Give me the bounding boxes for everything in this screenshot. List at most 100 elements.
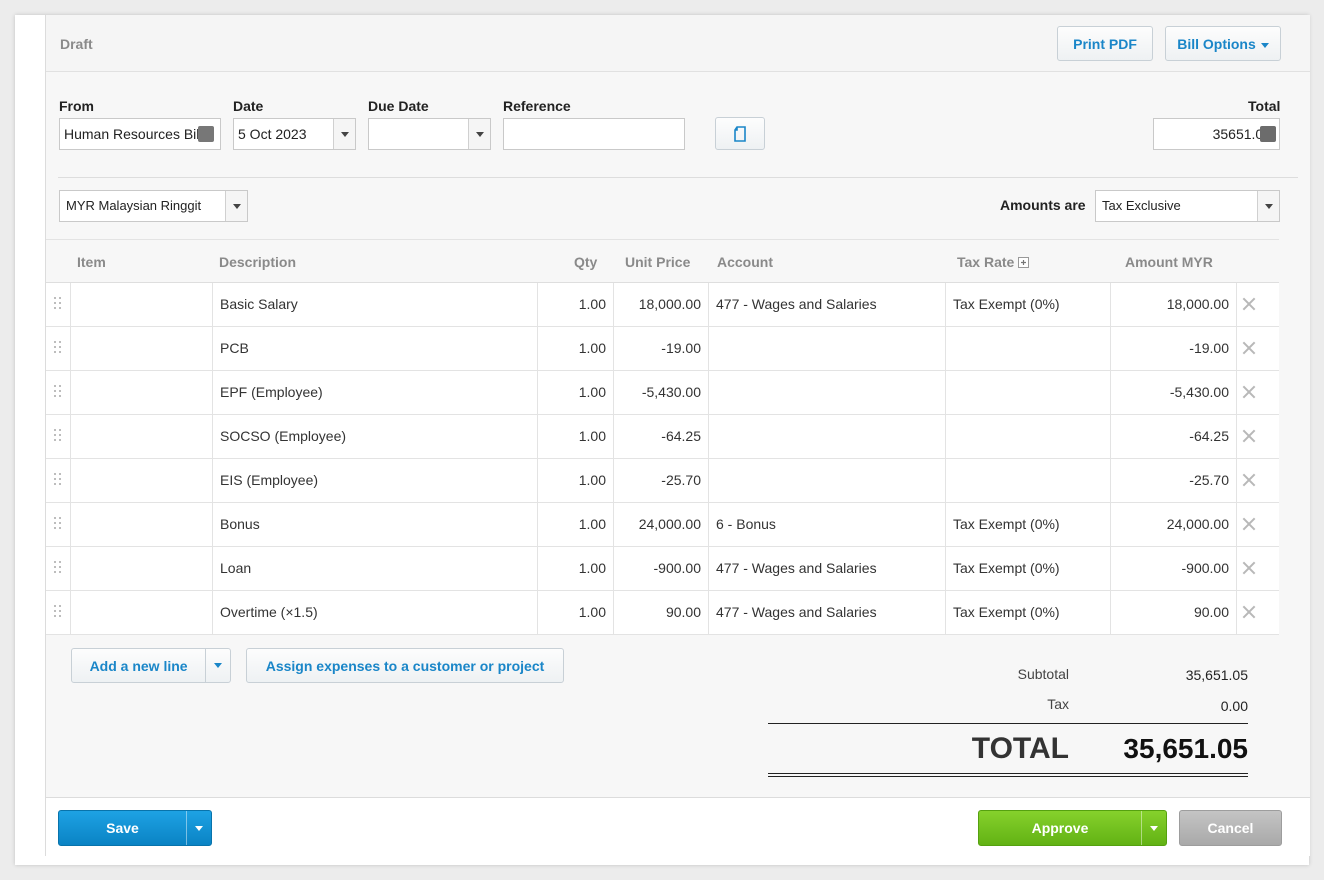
attach-file-button[interactable] xyxy=(715,117,765,150)
save-dropdown[interactable] xyxy=(186,811,211,845)
cell-qty[interactable]: 1.00 xyxy=(537,547,613,591)
cell-amount[interactable]: -19.00 xyxy=(1110,327,1236,371)
cell-account[interactable]: 6 - Bonus xyxy=(708,503,945,547)
cell-tax-rate[interactable]: Tax Exempt (0%) xyxy=(945,283,1110,327)
cell-amount[interactable]: -900.00 xyxy=(1110,547,1236,591)
cell-qty[interactable]: 1.00 xyxy=(537,371,613,415)
date-input[interactable]: 5 Oct 2023 xyxy=(233,118,356,150)
cell-tax-rate[interactable] xyxy=(945,459,1110,503)
cell-amount[interactable]: 90.00 xyxy=(1110,591,1236,635)
amounts-are-select[interactable]: Tax Exclusive xyxy=(1095,190,1280,222)
cell-unit-price[interactable]: 18,000.00 xyxy=(613,283,708,327)
amounts-are-dropdown-button[interactable] xyxy=(1257,191,1279,221)
cell-item[interactable] xyxy=(70,591,212,635)
contact-card-icon[interactable] xyxy=(198,126,214,142)
cell-item[interactable] xyxy=(70,503,212,547)
approve-dropdown[interactable] xyxy=(1141,811,1166,845)
close-icon[interactable] xyxy=(1242,561,1256,575)
cell-tax-rate[interactable] xyxy=(945,415,1110,459)
cell-description[interactable]: Overtime (×1.5) xyxy=(212,591,537,635)
cell-item[interactable] xyxy=(70,415,212,459)
drag-handle-icon[interactable] xyxy=(54,473,62,487)
cell-item[interactable] xyxy=(70,547,212,591)
add-line-dropdown[interactable] xyxy=(205,649,230,682)
cell-item[interactable] xyxy=(70,327,212,371)
total-input[interactable]: 35651.05 xyxy=(1153,118,1280,150)
close-icon[interactable] xyxy=(1242,517,1256,531)
cell-unit-price[interactable]: -64.25 xyxy=(613,415,708,459)
cell-item[interactable] xyxy=(70,459,212,503)
save-button[interactable]: Save xyxy=(58,810,212,846)
cell-description[interactable]: EPF (Employee) xyxy=(212,371,537,415)
cell-account[interactable]: 477 - Wages and Salaries xyxy=(708,283,945,327)
cell-account[interactable] xyxy=(708,371,945,415)
cell-qty[interactable]: 1.00 xyxy=(537,591,613,635)
form-divider xyxy=(58,177,1298,178)
cell-tax-rate[interactable] xyxy=(945,371,1110,415)
close-icon[interactable] xyxy=(1242,605,1256,619)
currency-dropdown-button[interactable] xyxy=(225,191,247,221)
cell-tax-rate[interactable]: Tax Exempt (0%) xyxy=(945,547,1110,591)
cell-unit-price[interactable]: -19.00 xyxy=(613,327,708,371)
cell-unit-price[interactable]: -25.70 xyxy=(613,459,708,503)
reference-input[interactable] xyxy=(503,118,685,150)
cell-item[interactable] xyxy=(70,283,212,327)
cell-item[interactable] xyxy=(70,371,212,415)
cell-tax-rate[interactable]: Tax Exempt (0%) xyxy=(945,503,1110,547)
drag-handle-icon[interactable] xyxy=(54,341,62,355)
drag-handle-icon[interactable] xyxy=(54,517,62,531)
cell-amount[interactable]: 18,000.00 xyxy=(1110,283,1236,327)
cell-description[interactable]: Bonus xyxy=(212,503,537,547)
close-icon[interactable] xyxy=(1242,341,1256,355)
drag-handle-icon[interactable] xyxy=(54,297,62,311)
cell-amount[interactable]: -25.70 xyxy=(1110,459,1236,503)
cell-amount[interactable]: -5,430.00 xyxy=(1110,371,1236,415)
approve-button[interactable]: Approve xyxy=(978,810,1167,846)
calculator-icon[interactable] xyxy=(1260,126,1276,142)
chevron-down-icon xyxy=(195,825,203,831)
bill-options-button[interactable]: Bill Options xyxy=(1165,26,1281,61)
cell-account[interactable]: 477 - Wages and Salaries xyxy=(708,547,945,591)
cell-qty[interactable]: 1.00 xyxy=(537,283,613,327)
drag-handle-icon[interactable] xyxy=(54,561,62,575)
date-dropdown-button[interactable] xyxy=(333,119,355,149)
cancel-button[interactable]: Cancel xyxy=(1179,810,1282,846)
close-icon[interactable] xyxy=(1242,297,1256,311)
from-input[interactable]: Human Resources Bill xyxy=(59,118,221,150)
print-pdf-button[interactable]: Print PDF xyxy=(1057,26,1153,61)
cell-unit-price[interactable]: 24,000.00 xyxy=(613,503,708,547)
table-row: PCB 1.00 -19.00 -19.00 xyxy=(46,327,1279,371)
due-date-dropdown-button[interactable] xyxy=(468,119,490,149)
cell-unit-price[interactable]: -900.00 xyxy=(613,547,708,591)
cell-amount[interactable]: -64.25 xyxy=(1110,415,1236,459)
drag-handle-icon[interactable] xyxy=(54,605,62,619)
cell-description[interactable]: Basic Salary xyxy=(212,283,537,327)
cell-qty[interactable]: 1.00 xyxy=(537,327,613,371)
cell-account[interactable] xyxy=(708,327,945,371)
cell-description[interactable]: PCB xyxy=(212,327,537,371)
cell-unit-price[interactable]: 90.00 xyxy=(613,591,708,635)
cell-account[interactable]: 477 - Wages and Salaries xyxy=(708,591,945,635)
assign-expenses-button[interactable]: Assign expenses to a customer or project xyxy=(246,648,564,683)
expand-plus-icon[interactable] xyxy=(1018,257,1030,268)
cell-tax-rate[interactable] xyxy=(945,327,1110,371)
close-icon[interactable] xyxy=(1242,385,1256,399)
close-icon[interactable] xyxy=(1242,473,1256,487)
cell-description[interactable]: Loan xyxy=(212,547,537,591)
cell-amount[interactable]: 24,000.00 xyxy=(1110,503,1236,547)
drag-handle-icon[interactable] xyxy=(54,385,62,399)
cell-description[interactable]: EIS (Employee) xyxy=(212,459,537,503)
close-icon[interactable] xyxy=(1242,429,1256,443)
due-date-input[interactable] xyxy=(368,118,491,150)
cell-qty[interactable]: 1.00 xyxy=(537,503,613,547)
cell-description[interactable]: SOCSO (Employee) xyxy=(212,415,537,459)
cell-tax-rate[interactable]: Tax Exempt (0%) xyxy=(945,591,1110,635)
cell-account[interactable] xyxy=(708,459,945,503)
currency-select[interactable]: MYR Malaysian Ringgit xyxy=(59,190,248,222)
cell-account[interactable] xyxy=(708,415,945,459)
cell-unit-price[interactable]: -5,430.00 xyxy=(613,371,708,415)
cell-qty[interactable]: 1.00 xyxy=(537,415,613,459)
add-new-line-button[interactable]: Add a new line xyxy=(71,648,231,683)
cell-qty[interactable]: 1.00 xyxy=(537,459,613,503)
drag-handle-icon[interactable] xyxy=(54,429,62,443)
